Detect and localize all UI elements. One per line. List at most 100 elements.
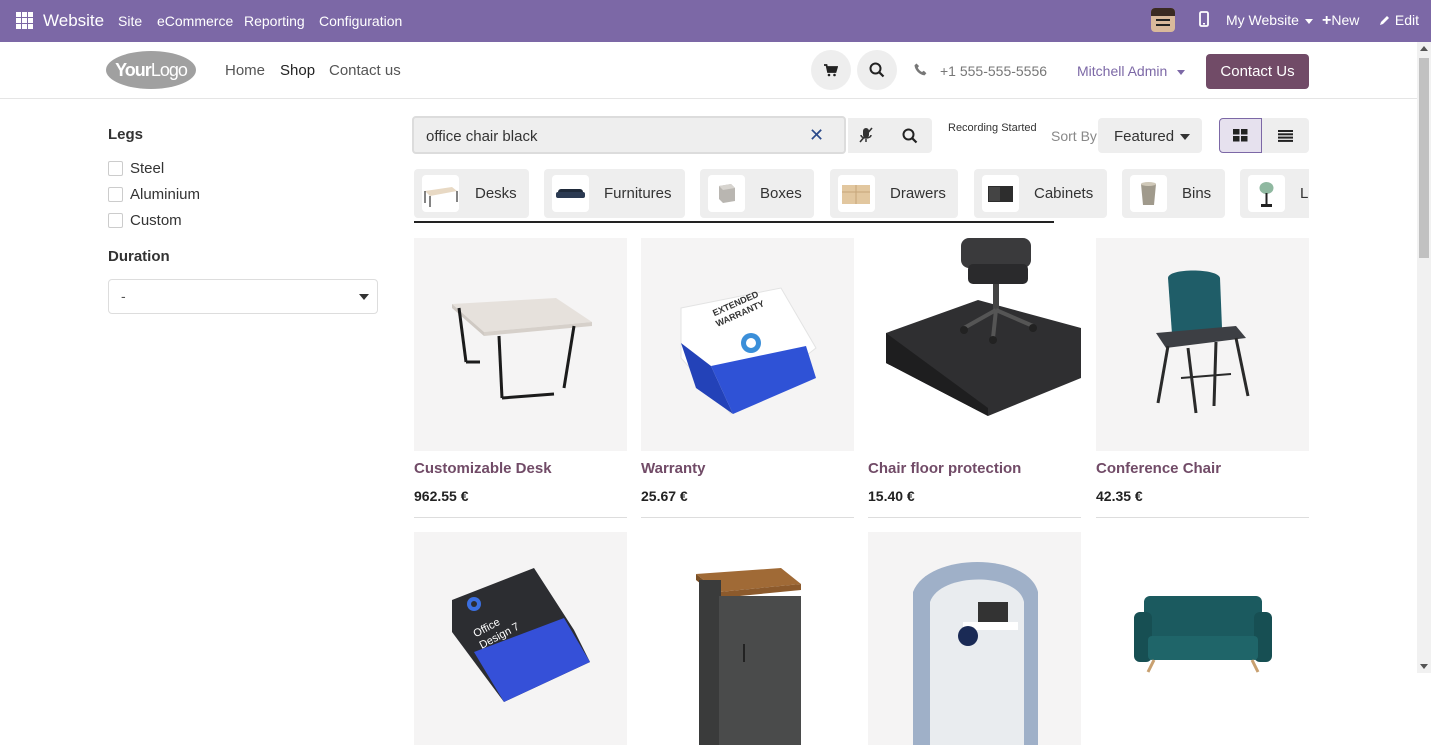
phone-number[interactable]: +1 555-555-5556	[940, 63, 1047, 79]
product-name[interactable]: Customizable Desk	[414, 460, 552, 477]
category-label: Bins	[1182, 185, 1212, 202]
category-chip-drawers[interactable]: Drawers	[830, 169, 958, 218]
scrollbar-thumb[interactable]	[1419, 58, 1429, 258]
sort-by-label: Sort By:	[1051, 128, 1101, 144]
legs-aluminium-label[interactable]: Aluminium	[130, 186, 200, 203]
chevron-down-icon	[359, 294, 369, 300]
cart-icon	[811, 50, 851, 90]
product-search-input[interactable]	[424, 125, 808, 147]
divider	[868, 517, 1081, 518]
legs-steel-label[interactable]: Steel	[130, 160, 164, 177]
category-chip-furnitures[interactable]: Furnitures	[544, 169, 685, 218]
user-avatar[interactable]	[1151, 8, 1175, 32]
product-card[interactable]	[868, 532, 1081, 745]
user-name: Mitchell Admin	[1077, 63, 1168, 79]
duration-select-value: -	[121, 288, 126, 304]
nav-home[interactable]: Home	[225, 62, 265, 79]
product-image-office-pod[interactable]	[868, 532, 1081, 745]
product-card[interactable]: Chair floor protection 15.40 €	[868, 238, 1081, 519]
category-chip-lamps[interactable]: La	[1240, 169, 1309, 218]
search-icon	[902, 128, 918, 149]
grid-view-icon	[1233, 129, 1248, 147]
product-price: 962.55 €	[414, 488, 469, 504]
site-logo[interactable]: YourLogo	[106, 51, 196, 89]
product-image-floor-protection[interactable]	[868, 238, 1081, 451]
legs-custom-label[interactable]: Custom	[130, 212, 182, 229]
product-image-desk[interactable]	[414, 238, 627, 451]
header-search-button[interactable]	[857, 50, 897, 90]
sort-value: Featured	[1114, 128, 1175, 145]
contact-us-button[interactable]: Contact Us	[1206, 54, 1309, 89]
chevron-down-icon	[1180, 134, 1190, 140]
search-submit-button[interactable]	[884, 118, 932, 153]
product-image-conference-chair[interactable]	[1096, 238, 1309, 451]
clear-search-icon[interactable]: ✕	[809, 126, 827, 144]
logo-bold-text: Your	[115, 60, 152, 80]
admin-menu-site[interactable]: Site	[118, 13, 142, 29]
product-card[interactable]	[1096, 532, 1309, 745]
category-label: Cabinets	[1034, 185, 1094, 202]
cart-button[interactable]	[811, 50, 851, 90]
product-search-box: ✕	[412, 116, 846, 154]
edit-button[interactable]: Edit	[1379, 12, 1419, 28]
product-image-warranty[interactable]: EXTENDED WARRANTY	[641, 238, 854, 451]
mobile-preview-icon[interactable]	[1199, 11, 1209, 30]
page-scrollbar[interactable]	[1417, 42, 1431, 673]
product-image-office-design-software[interactable]: Office Design 7	[414, 532, 627, 745]
category-carousel[interactable]: Desks Furnitures Boxes Drawers Cabinets …	[414, 169, 1309, 219]
category-label: Boxes	[760, 185, 802, 202]
divider	[641, 517, 854, 518]
legs-steel-checkbox[interactable]	[108, 161, 123, 176]
phone-icon	[914, 63, 927, 81]
product-price: 42.35 €	[1096, 488, 1143, 504]
product-card[interactable]: Office Design 7	[414, 532, 627, 745]
edit-label: Edit	[1394, 12, 1420, 28]
category-chip-boxes[interactable]: Boxes	[700, 169, 814, 218]
legs-custom-checkbox[interactable]	[108, 213, 123, 228]
user-menu[interactable]: Mitchell Admin	[1077, 63, 1186, 79]
product-image-cabinet[interactable]	[641, 532, 854, 745]
category-chip-cabinets[interactable]: Cabinets	[974, 169, 1107, 218]
chevron-down-icon	[1177, 69, 1186, 75]
list-view-button[interactable]	[1262, 118, 1309, 153]
category-label: Desks	[475, 185, 517, 202]
divider	[414, 517, 627, 518]
product-card[interactable]: EXTENDED WARRANTY Warranty 25.67 €	[641, 238, 854, 519]
product-card[interactable]: Conference Chair 42.35 €	[1096, 238, 1309, 519]
nav-contact-us[interactable]: Contact us	[329, 62, 401, 79]
admin-menu-ecommerce[interactable]: eCommerce	[157, 13, 233, 29]
chevron-down-icon	[1304, 18, 1313, 24]
product-name[interactable]: Warranty	[641, 460, 705, 477]
website-switcher[interactable]: My Website	[1226, 12, 1313, 28]
cabinet-thumbnail	[982, 175, 1019, 212]
scroll-down-icon[interactable]	[1420, 664, 1428, 669]
recording-status: Recording Started	[948, 122, 1037, 134]
voice-search-button[interactable]	[848, 118, 884, 153]
nav-shop[interactable]: Shop	[280, 62, 315, 79]
category-chip-bins[interactable]: Bins	[1122, 169, 1225, 218]
duration-select[interactable]: -	[108, 279, 378, 314]
new-button[interactable]: +New	[1322, 12, 1359, 30]
product-price: 15.40 €	[868, 488, 915, 504]
product-image-sofa[interactable]	[1096, 532, 1309, 745]
lamp-thumbnail	[1248, 175, 1285, 212]
bin-thumbnail	[1130, 175, 1167, 212]
category-scroll-indicator[interactable]	[414, 221, 1054, 223]
legs-aluminium-checkbox[interactable]	[108, 187, 123, 202]
apps-menu-icon[interactable]	[16, 12, 33, 29]
product-card[interactable]: Customizable Desk 962.55 €	[414, 238, 627, 519]
grid-view-button[interactable]	[1219, 118, 1262, 153]
admin-menu-reporting[interactable]: Reporting	[244, 13, 305, 29]
product-name[interactable]: Chair floor protection	[868, 460, 1021, 477]
website-switcher-label: My Website	[1226, 12, 1299, 28]
category-chip-desks[interactable]: Desks	[414, 169, 529, 218]
box-thumbnail	[708, 175, 745, 212]
admin-menu-configuration[interactable]: Configuration	[319, 13, 402, 29]
scroll-up-icon[interactable]	[1420, 46, 1428, 51]
product-card[interactable]	[641, 532, 854, 745]
sort-dropdown[interactable]: Featured	[1098, 118, 1202, 153]
drawer-thumbnail	[838, 175, 875, 212]
admin-brand[interactable]: Website	[43, 11, 104, 31]
category-label: La	[1300, 185, 1309, 202]
product-name[interactable]: Conference Chair	[1096, 460, 1221, 477]
